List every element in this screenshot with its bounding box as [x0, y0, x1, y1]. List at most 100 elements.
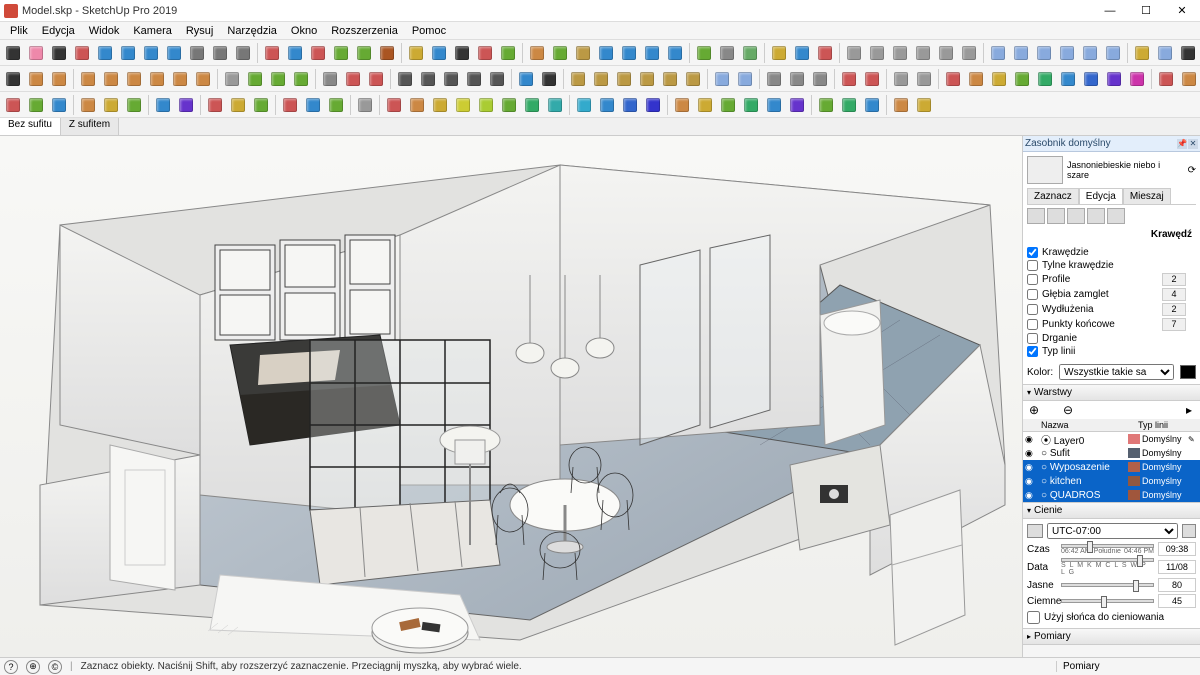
tool-g2[interactable] [838, 94, 860, 116]
tool-y2[interactable] [694, 94, 716, 116]
tool-eraser[interactable] [25, 42, 47, 64]
tool-y4[interactable] [740, 94, 762, 116]
dark-value[interactable] [1158, 594, 1196, 608]
tool-chk4[interactable] [463, 68, 485, 90]
tool-walk[interactable] [768, 42, 790, 64]
shadows-toggle[interactable] [1027, 524, 1043, 538]
viewport-3d[interactable] [0, 136, 1022, 657]
tool-b3[interactable] [429, 94, 451, 116]
tool-m3[interactable] [988, 68, 1010, 90]
tool-y3[interactable] [717, 94, 739, 116]
tool-m4[interactable] [1011, 68, 1033, 90]
tool-chk1[interactable] [394, 68, 416, 90]
menu-okno[interactable]: Okno [285, 25, 323, 37]
date-value[interactable] [1158, 560, 1196, 574]
tool-paint[interactable] [526, 42, 548, 64]
tool-m1[interactable] [942, 68, 964, 90]
tool-b1[interactable] [383, 94, 405, 116]
tool-m9[interactable] [1126, 68, 1148, 90]
tool-chk5[interactable] [486, 68, 508, 90]
tool-arc[interactable] [94, 42, 116, 64]
edge-check-6[interactable]: Drganie [1027, 332, 1196, 345]
layers-header[interactable]: Warstwy [1023, 385, 1200, 401]
tool-scale1[interactable] [77, 94, 99, 116]
tool-style1[interactable] [763, 68, 785, 90]
tool-pan[interactable] [572, 42, 594, 64]
color-mode-select[interactable]: Wszystkie takie sa [1059, 364, 1174, 380]
tray-pin-icon[interactable]: 📌 [1177, 139, 1187, 149]
tool-b7[interactable] [521, 94, 543, 116]
tool-prism[interactable] [192, 68, 214, 90]
shadows-header[interactable]: Cienie [1023, 503, 1200, 519]
menu-narzędzia[interactable]: Narzędzia [221, 25, 283, 37]
tool-r3[interactable] [619, 94, 641, 116]
tool-cursor[interactable] [2, 68, 24, 90]
style-tab-edycja[interactable]: Edycja [1079, 188, 1123, 204]
tray-header[interactable]: Zasobnik domyślny 📌✕ [1023, 136, 1200, 152]
style-tab-mieszaj[interactable]: Mieszaj [1123, 188, 1171, 204]
tool-text2[interactable] [538, 68, 560, 90]
timezone-select[interactable]: UTC-07:00 [1047, 523, 1178, 539]
tool-scale2[interactable] [100, 94, 122, 116]
layer-row-layer0[interactable]: ◉⦿ Layer0Domyślny✎ [1023, 432, 1200, 446]
tool-rot2[interactable] [25, 94, 47, 116]
tool-freehand[interactable] [71, 42, 93, 64]
tool-top[interactable] [866, 42, 888, 64]
tool-c2[interactable] [1178, 68, 1200, 90]
tool-move[interactable] [307, 42, 329, 64]
tool-c1[interactable] [1155, 68, 1177, 90]
tool-al1[interactable] [204, 94, 226, 116]
tool-m5[interactable] [1034, 68, 1056, 90]
menu-edycja[interactable]: Edycja [36, 25, 81, 37]
color-swatch[interactable] [1180, 365, 1196, 379]
tool-back[interactable] [935, 42, 957, 64]
tool-y6[interactable] [786, 94, 808, 116]
watermark-settings-icon[interactable] [1087, 208, 1105, 224]
tool-chk2[interactable] [417, 68, 439, 90]
menu-plik[interactable]: Plik [4, 25, 34, 37]
tool-line[interactable] [48, 42, 70, 64]
tool-wire[interactable] [1033, 42, 1055, 64]
tool-mir2[interactable] [175, 94, 197, 116]
background-settings-icon[interactable] [1067, 208, 1085, 224]
tool-g1[interactable] [815, 94, 837, 116]
scene-tab-0[interactable]: Bez sufitu [0, 118, 61, 135]
tool-iso[interactable] [843, 42, 865, 64]
add-layer-icon[interactable]: ⊕ [1027, 403, 1041, 417]
tool-scale[interactable] [353, 42, 375, 64]
time-slider[interactable] [1061, 544, 1154, 548]
menu-kamera[interactable]: Kamera [127, 25, 178, 37]
tool-shaded[interactable] [1056, 42, 1078, 64]
tool-cube[interactable] [77, 68, 99, 90]
tool-soap[interactable] [739, 42, 761, 64]
tool-grid[interactable] [221, 68, 243, 90]
tool-g3[interactable] [861, 94, 883, 116]
use-sun-checkbox[interactable]: Użyj słońca do cieniowania [1027, 609, 1196, 626]
tool-rect2[interactable] [25, 68, 47, 90]
tool-m2[interactable] [965, 68, 987, 90]
tool-fog[interactable] [1154, 42, 1176, 64]
tool-dynO[interactable] [290, 68, 312, 90]
tool-al2[interactable] [227, 94, 249, 116]
tool-zoom[interactable] [595, 42, 617, 64]
tool-b2[interactable] [406, 94, 428, 116]
tool-dynC[interactable] [244, 68, 266, 90]
tool-pushpull[interactable] [261, 42, 283, 64]
tool-m6[interactable] [1057, 68, 1079, 90]
tool-shadows[interactable] [1131, 42, 1153, 64]
tool-sand3[interactable] [613, 68, 635, 90]
menu-widok[interactable]: Widok [83, 25, 126, 37]
tool-sp1[interactable] [279, 94, 301, 116]
tool-dim2[interactable] [515, 68, 537, 90]
tool-m8[interactable] [1103, 68, 1125, 90]
minimize-button[interactable]: — [1092, 0, 1128, 22]
tool-arc3[interactable] [140, 42, 162, 64]
time-value[interactable] [1158, 542, 1196, 556]
tool-rot3[interactable] [48, 94, 70, 116]
tool-b5[interactable] [475, 94, 497, 116]
tool-circle2[interactable] [693, 42, 715, 64]
tool-tex2[interactable] [734, 68, 756, 90]
tool-solid7[interactable] [838, 68, 860, 90]
tool-rotate[interactable] [330, 42, 352, 64]
tool-sphere[interactable] [123, 68, 145, 90]
